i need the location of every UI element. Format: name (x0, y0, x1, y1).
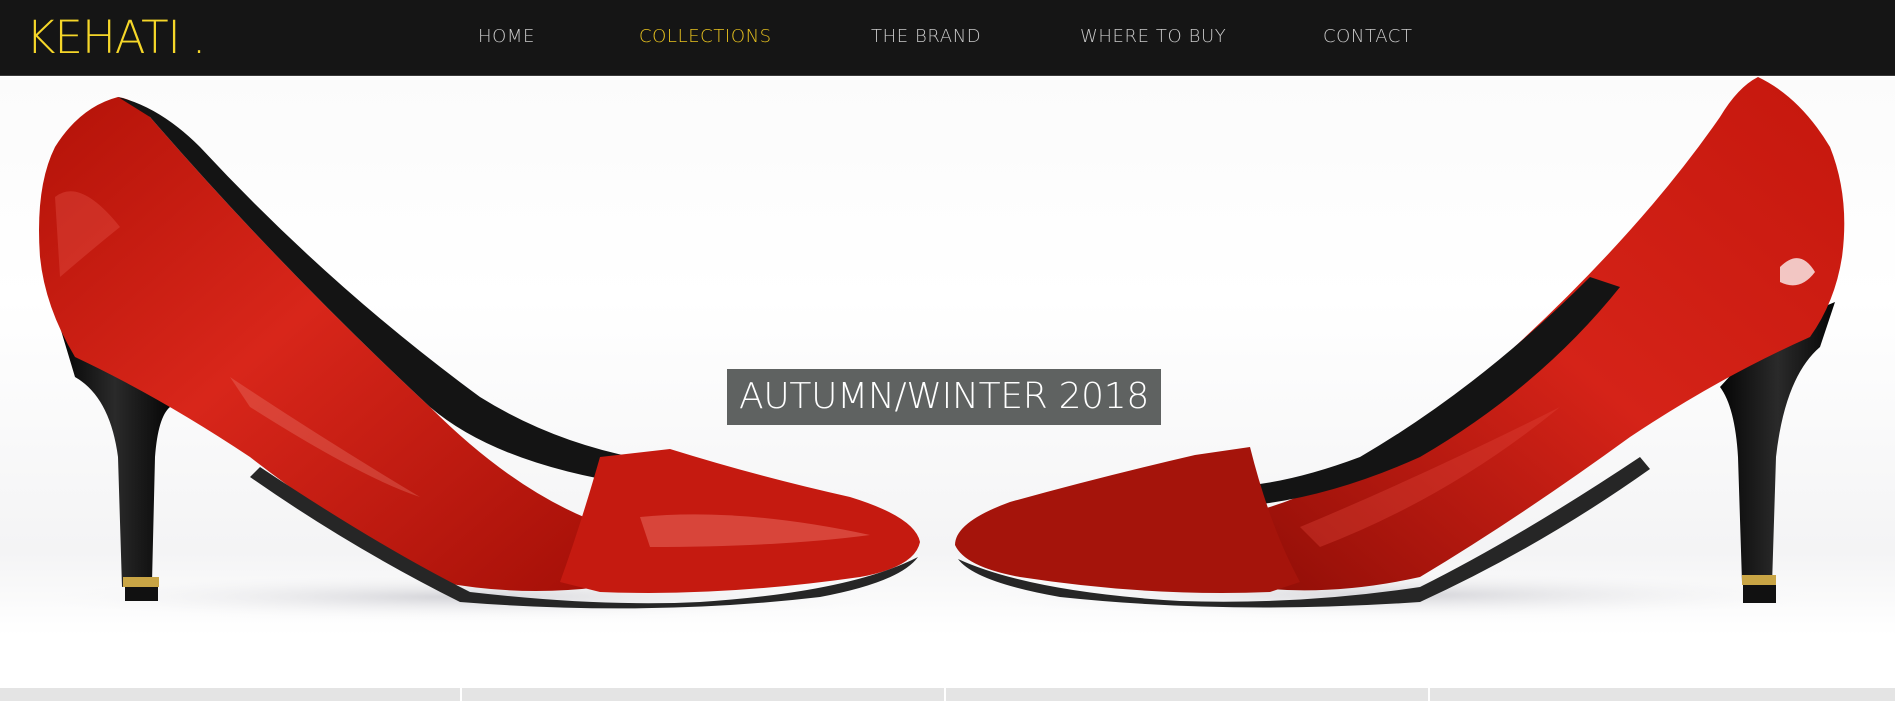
right-shoe (955, 77, 1845, 608)
top-navigation-bar: KEHATI. HOME COLLECTIONS THE BRAND WHERE… (0, 0, 1895, 76)
nav-item-the-brand[interactable]: THE BRAND (871, 26, 981, 47)
brand-name: KEHATI (26, 11, 181, 64)
hero-shoes-image (0, 77, 1870, 623)
collection-tile[interactable] (462, 688, 944, 701)
brand-dot: . (191, 11, 206, 64)
collection-tile[interactable] (1430, 688, 1895, 701)
brand-logo[interactable]: KEHATI. (26, 11, 206, 65)
left-shoe (39, 97, 920, 609)
nav-item-home[interactable]: HOME (478, 26, 535, 47)
collection-tile[interactable] (0, 688, 460, 701)
hero-slider[interactable]: AUTUMN/WINTER 2018 (0, 77, 1895, 635)
collection-tile[interactable] (946, 688, 1428, 701)
nav-item-contact[interactable]: CONTACT (1323, 26, 1413, 47)
collection-tiles-row (0, 688, 1895, 701)
nav-item-collections[interactable]: COLLECTIONS (639, 26, 772, 47)
nav-item-where-to-buy[interactable]: WHERE TO BUY (1080, 26, 1226, 47)
collection-banner[interactable]: AUTUMN/WINTER 2018 (727, 369, 1161, 425)
